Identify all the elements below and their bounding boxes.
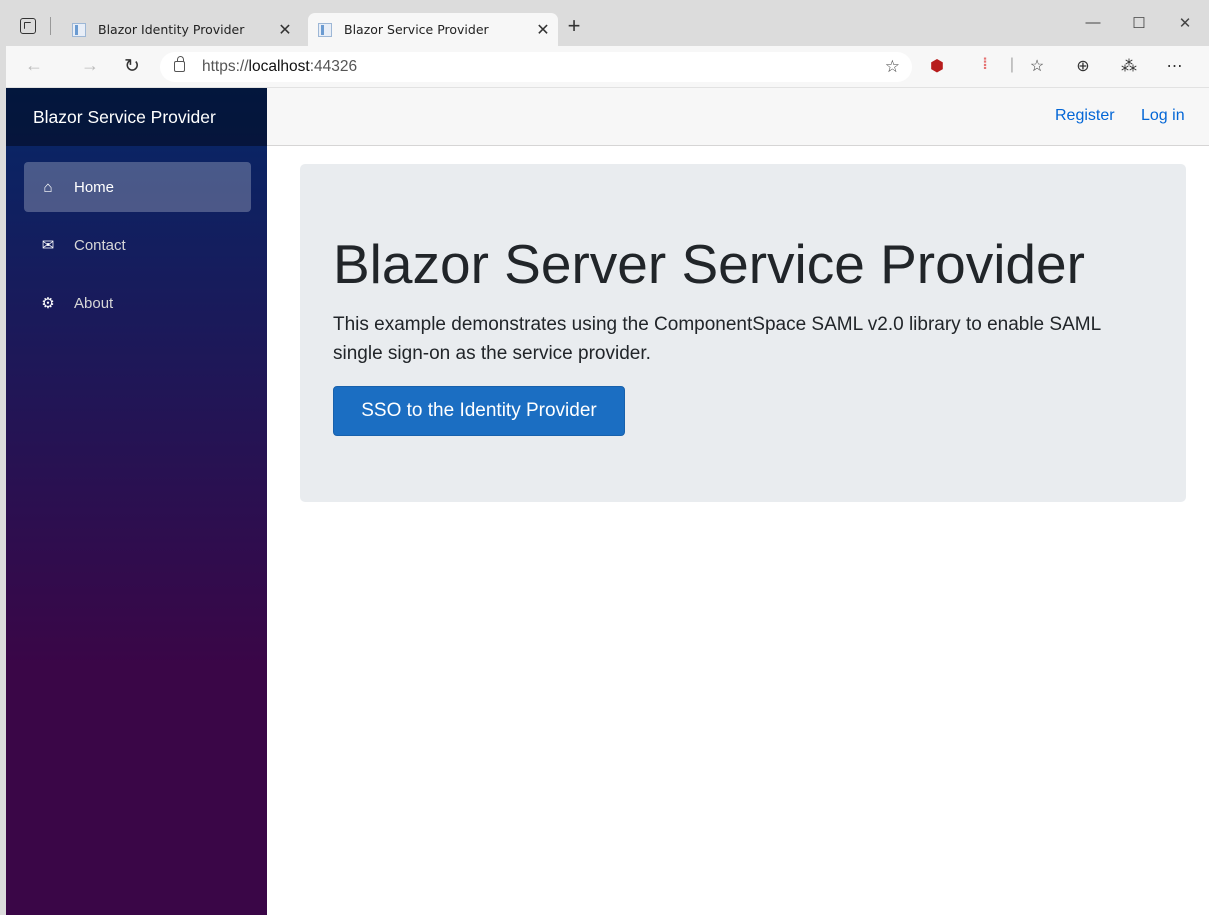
favorite-add-icon[interactable]: ☆ bbox=[885, 57, 900, 77]
sidebar-item-about[interactable]: ⚙ About bbox=[24, 278, 251, 328]
sidebar-item-label: Contact bbox=[74, 236, 126, 254]
toolbar-separator: | bbox=[1009, 56, 1015, 73]
envelope-icon: ✉ bbox=[41, 237, 55, 254]
tab-close-icon[interactable]: ✕ bbox=[532, 20, 554, 39]
cog-icon: ⚙ bbox=[41, 295, 55, 312]
brand-bar: Blazor Service Provider bbox=[6, 88, 267, 146]
page-title: Blazor Server Service Provider bbox=[333, 233, 1085, 295]
tab-close-icon[interactable]: ✕ bbox=[274, 20, 296, 39]
minimize-button[interactable]: — bbox=[1078, 14, 1108, 31]
url-text[interactable]: https://localhost:44326 bbox=[202, 58, 357, 76]
ublock-icon[interactable]: ⬢ bbox=[926, 56, 948, 76]
login-link[interactable]: Log in bbox=[1141, 107, 1185, 125]
forward-button[interactable]: → bbox=[78, 55, 102, 76]
tab-separator bbox=[50, 17, 51, 35]
collections-icon[interactable]: ⊕ bbox=[1072, 56, 1094, 76]
tab-actions-icon[interactable] bbox=[20, 18, 36, 34]
lock-icon[interactable] bbox=[174, 56, 185, 72]
more-icon[interactable]: ⋯ bbox=[1164, 56, 1186, 76]
back-button[interactable]: ← bbox=[22, 55, 46, 76]
page-favicon-icon bbox=[318, 22, 332, 37]
extensions-icon[interactable]: ⁂ bbox=[1118, 56, 1140, 76]
browser-window: Blazor Identity Provider ✕ Blazor Servic… bbox=[0, 0, 1209, 915]
favorites-icon[interactable]: ☆ bbox=[1026, 56, 1048, 76]
sidebar-item-home[interactable]: ⌂ Home bbox=[24, 162, 251, 212]
lead-text: This example demonstrates using the Comp… bbox=[333, 314, 1101, 364]
browser-toolbar: ← → ↻ https://localhost:44326 ☆ ⬢ ⁞ | ☆ … bbox=[6, 46, 1209, 88]
tab-title: Blazor Service Provider bbox=[344, 22, 489, 37]
tab-title: Blazor Identity Provider bbox=[98, 22, 245, 37]
home-icon: ⌂ bbox=[43, 178, 53, 196]
close-window-button[interactable]: ✕ bbox=[1170, 14, 1200, 32]
sidebar: Blazor Service Provider ⌂ Home ✉ Contact… bbox=[6, 88, 267, 915]
new-tab-button[interactable]: + bbox=[562, 15, 586, 37]
maximize-button[interactable]: ☐ bbox=[1124, 14, 1154, 32]
sidebar-item-contact[interactable]: ✉ Contact bbox=[24, 220, 251, 270]
sidebar-item-label: About bbox=[74, 294, 114, 312]
top-row: Register Log in bbox=[267, 88, 1209, 146]
page-content: Blazor Service Provider ⌂ Home ✉ Contact… bbox=[6, 88, 1209, 915]
toggl-icon[interactable]: ⁞ bbox=[974, 56, 996, 74]
sidebar-nav: ⌂ Home ✉ Contact ⚙ About bbox=[6, 146, 267, 328]
tab-blazor-identity-provider[interactable]: Blazor Identity Provider ✕ bbox=[62, 13, 300, 46]
page-favicon-icon bbox=[72, 22, 86, 37]
tab-strip: Blazor Identity Provider ✕ Blazor Servic… bbox=[6, 6, 1209, 46]
jumbotron: Blazor Server Service Provider This exam… bbox=[300, 164, 1186, 502]
refresh-button[interactable]: ↻ bbox=[120, 55, 144, 78]
brand-link[interactable]: Blazor Service Provider bbox=[33, 107, 216, 128]
tab-blazor-service-provider[interactable]: Blazor Service Provider ✕ bbox=[308, 13, 558, 46]
address-bar[interactable]: https://localhost:44326 ☆ bbox=[160, 52, 912, 82]
register-link[interactable]: Register bbox=[1055, 107, 1115, 125]
sso-button[interactable]: SSO to the Identity Provider bbox=[333, 386, 625, 436]
sidebar-item-label: Home bbox=[74, 178, 115, 196]
